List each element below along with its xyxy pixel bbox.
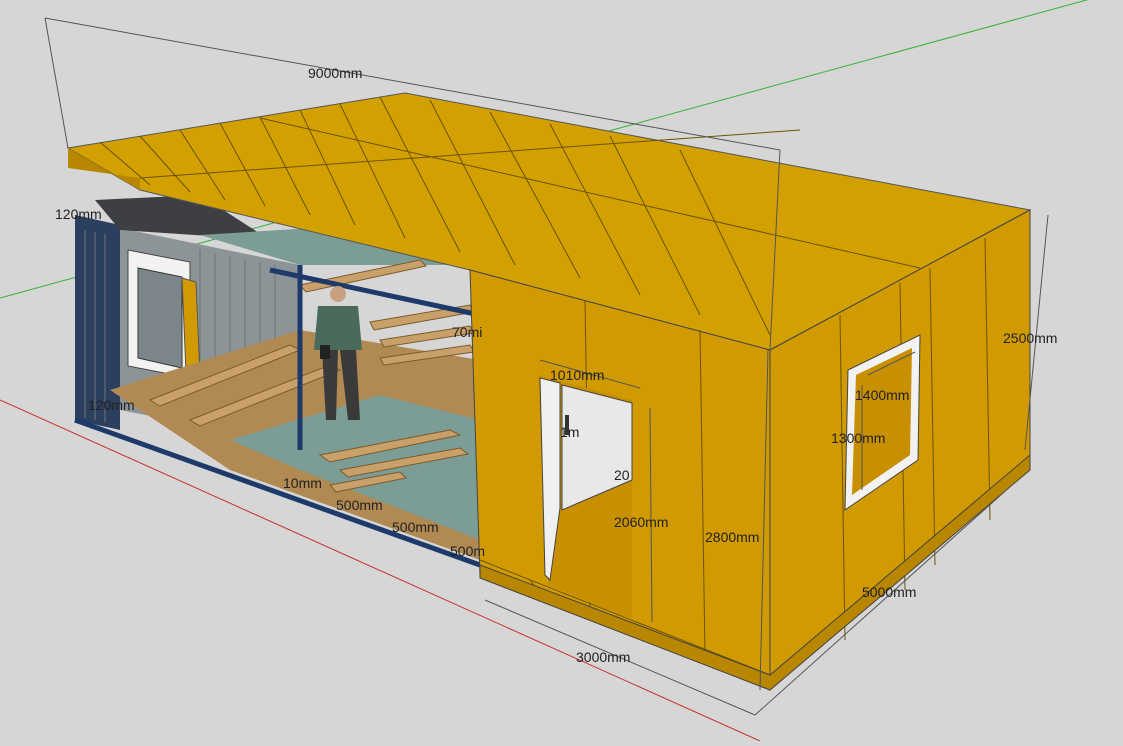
dim-depth: 5000mm — [862, 584, 916, 600]
dim-1m: 1m — [560, 424, 579, 440]
dim-window-width: 1400mm — [855, 387, 909, 403]
model-canvas[interactable]: 9000mm 3000mm 5000mm 2500mm 1010mm 2060m… — [0, 0, 1123, 742]
dim-500-b: 500mm — [392, 519, 439, 535]
dim-10: 10mm — [283, 475, 322, 491]
dim-20: 20 — [614, 467, 630, 483]
dim-70: 70mi — [452, 324, 482, 340]
dim-window-height: 1300mm — [831, 430, 885, 446]
dim-short-width: 3000mm — [576, 649, 630, 665]
dim-120-left: 120mm — [88, 397, 135, 413]
dim-500-a: 500mm — [336, 497, 383, 513]
dim-120-top: 120mm — [55, 206, 102, 222]
dim-height: 2500mm — [1003, 330, 1057, 346]
dim-500-c: 500m — [450, 543, 485, 559]
sketchup-viewport[interactable]: 9000mm 3000mm 5000mm 2500mm 1010mm 2060m… — [0, 0, 1123, 742]
container-window-glass — [137, 267, 183, 369]
dim-door-width: 1010mm — [550, 367, 604, 383]
dim-overall-length: 9000mm — [308, 65, 362, 81]
dim-wall-height: 2800mm — [705, 529, 759, 545]
dim-door-height: 2060mm — [614, 514, 668, 530]
